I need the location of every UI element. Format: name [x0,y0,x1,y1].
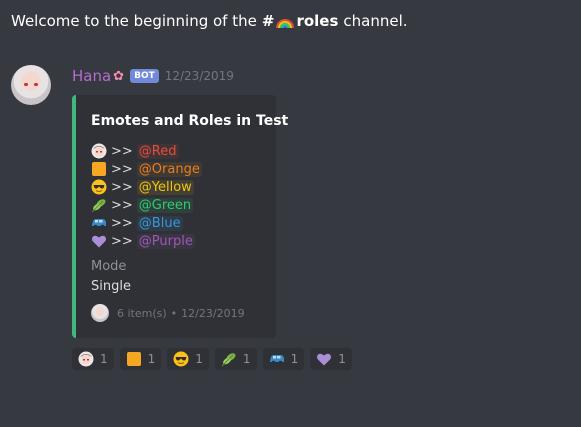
arrows-text: >> [111,197,133,213]
car-icon [91,215,107,231]
channel-welcome: Welcome to the beginning of the # roles … [11,12,408,30]
role-mention-orange[interactable]: @Orange [136,161,202,177]
reaction-count: 1 [242,352,251,366]
orange-square-icon [126,351,142,367]
reaction-orange-square[interactable]: 1 [119,348,162,370]
role-row-yellow: >> @Yellow [91,178,202,196]
footer-text: 6 item(s) [117,306,167,320]
role-row-blue: >> @Blue [91,214,202,232]
sunglasses-face-icon [173,351,189,367]
reaction-count: 1 [338,352,346,366]
role-row-purple: >> @Purple [91,232,202,250]
role-row-red: >> @Red [91,142,202,160]
footer-separator: • [170,306,178,320]
message-timestamp: 12/23/2019 [164,69,234,83]
footer-timestamp: 12/23/2019 [181,306,245,320]
reaction-sunglasses[interactable]: 1 [167,348,209,370]
welcome-text: Welcome to the beginning of the [11,12,257,30]
role-mention-yellow[interactable]: @Yellow [136,179,194,195]
role-mention-red[interactable]: @Red [136,143,179,159]
message-header: Hana ✿ BOT 12/23/2019 [72,67,234,85]
embed-title: Emotes and Roles in Test [91,113,289,129]
arrows-text: >> [111,233,133,249]
arrows-text: >> [111,161,133,177]
rainbow-icon [276,15,295,29]
reaction-count: 1 [147,352,156,366]
reaction-purple-heart[interactable]: 1 [310,348,352,370]
reaction-count: 1 [290,352,299,366]
role-row-green: >> @Green [91,196,202,214]
orange-square-icon [91,161,107,177]
leaves-icon [91,197,107,213]
reaction-count: 1 [195,352,203,366]
role-mention-blue[interactable]: @Blue [136,215,183,231]
reaction-car[interactable]: 1 [262,348,305,370]
flower-icon: ✿ [113,68,125,84]
reaction-leaves[interactable]: 1 [214,348,257,370]
car-icon [269,351,285,367]
embed-field-name: Mode [91,259,127,274]
arrows-text: >> [111,179,133,195]
reaction-count: 1 [100,352,108,366]
chat-view: Welcome to the beginning of the # roles … [0,0,581,427]
arrows-text: >> [111,143,133,159]
welcome-suffix: channel. [343,12,408,30]
role-row-orange: >> @Orange [91,160,202,178]
embed-footer: 6 item(s) • 12/23/2019 [91,304,245,322]
avatar-face-icon [78,351,94,367]
footer-avatar [91,304,109,322]
role-mention-purple[interactable]: @Purple [136,233,195,249]
reaction-avatar-face[interactable]: 1 [72,348,114,370]
avatar-face-icon [91,143,107,159]
channel-name: roles [296,12,339,30]
purple-heart-icon [91,233,107,249]
role-embed: Emotes and Roles in Test >> @Red >> @Ora… [72,95,288,338]
role-list: >> @Red >> @Orange >> @Yellow >> @Green … [91,142,202,250]
username[interactable]: Hana [72,67,111,85]
channel-hash: # [261,12,275,30]
leaves-icon [221,351,237,367]
arrows-text: >> [111,215,133,231]
bot-tag: BOT [130,69,159,83]
sunglasses-face-icon [91,179,107,195]
embed-field-value: Single [91,279,131,294]
purple-heart-icon [316,351,332,367]
avatar[interactable] [11,65,51,105]
role-mention-green[interactable]: @Green [136,197,194,213]
reaction-bar: 1 1 1 1 1 1 [72,348,358,370]
